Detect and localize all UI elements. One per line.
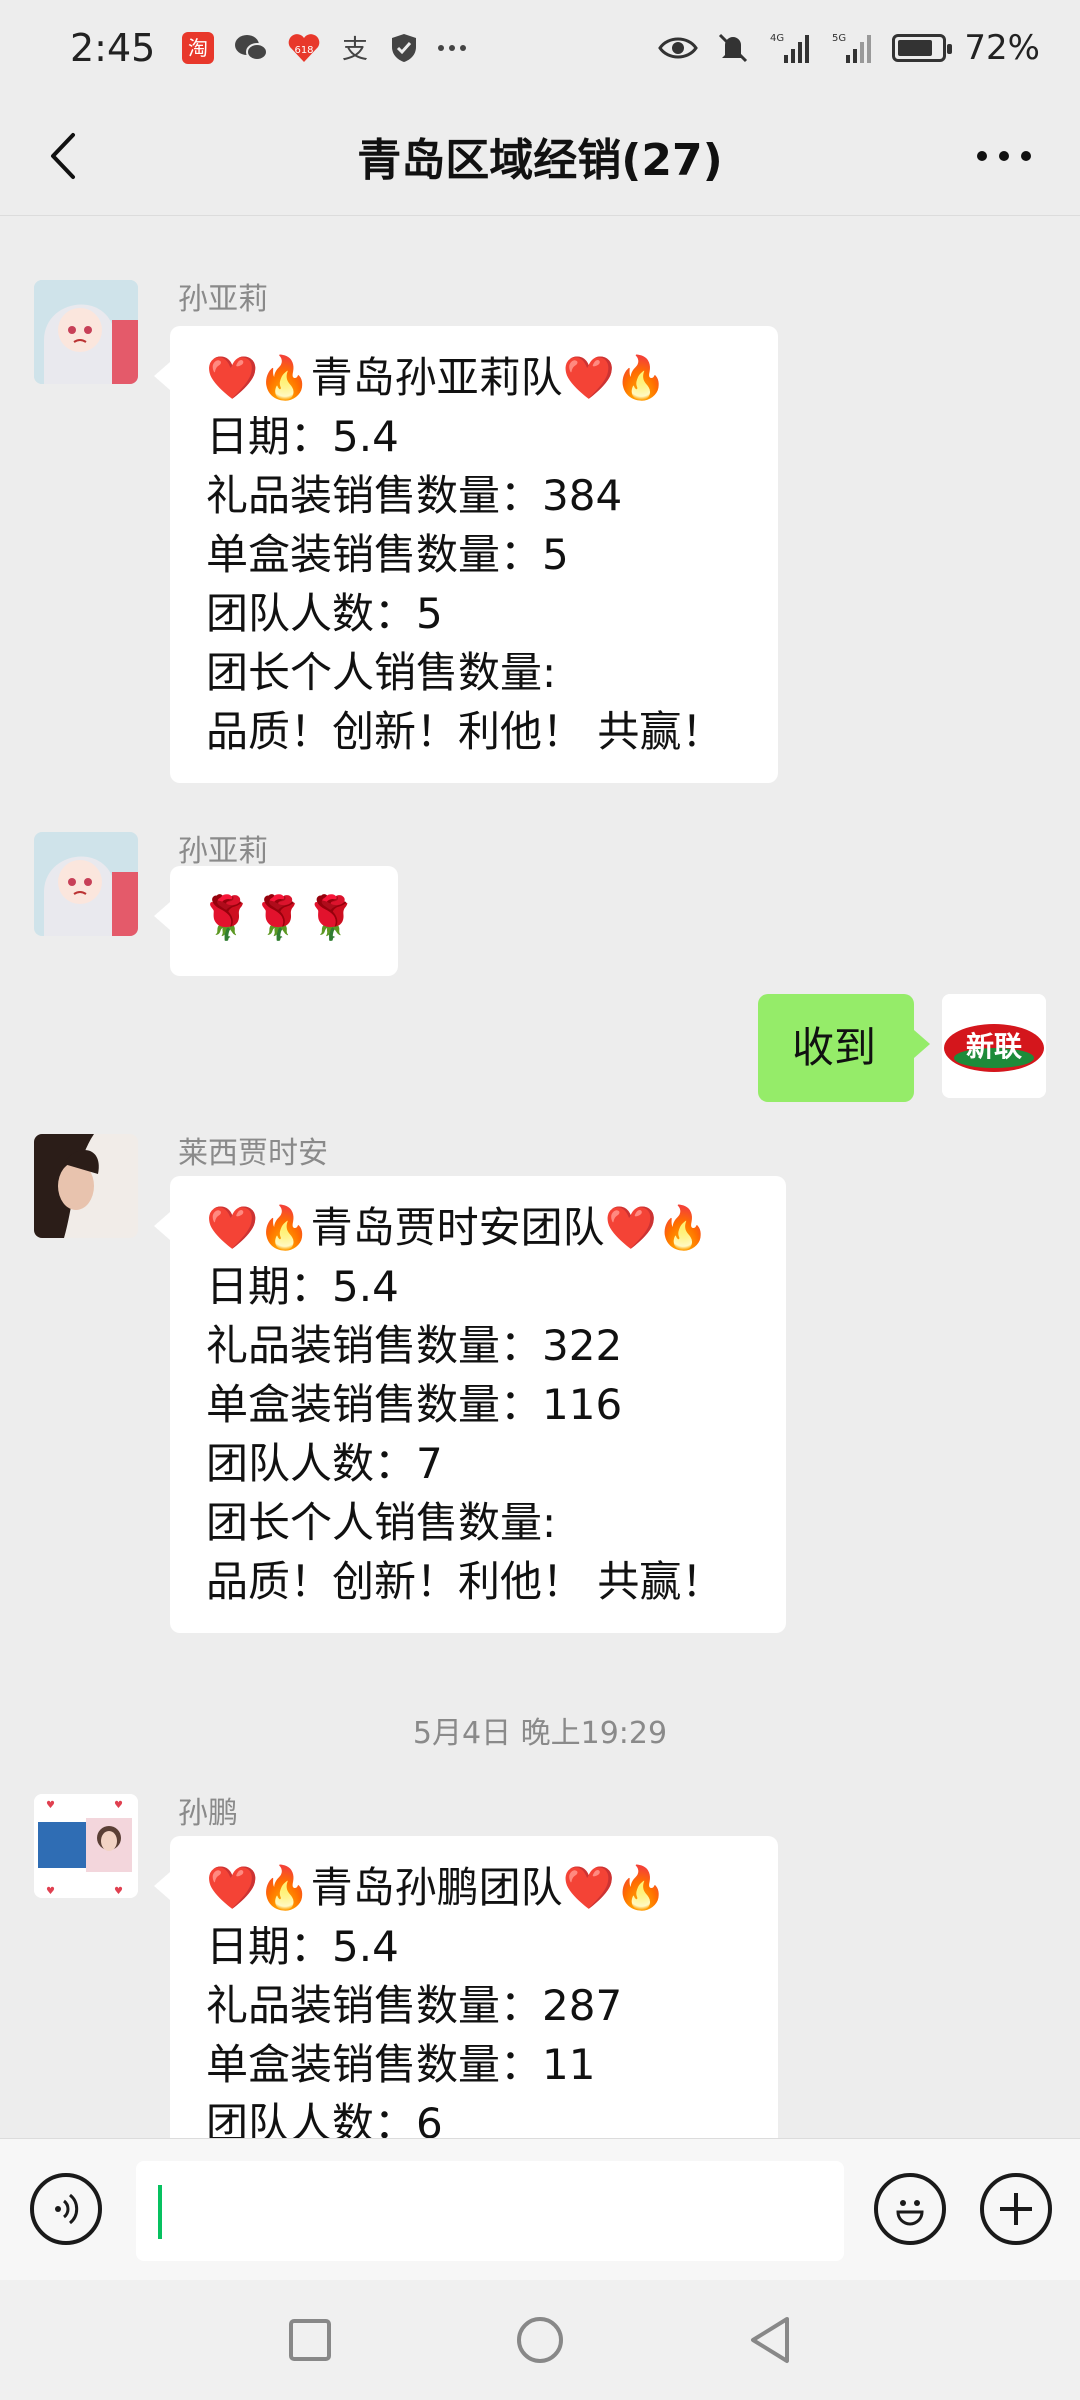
voice-button[interactable] [30, 2173, 102, 2245]
sender-name: 莱西贾时安 [178, 1136, 328, 1171]
message-line: 团长个人销售数量: [206, 1498, 557, 1547]
message-bubble[interactable]: 收到 [758, 994, 930, 1102]
svg-text:♥: ♥ [114, 1886, 123, 1897]
recent-apps-icon [289, 2319, 331, 2361]
svg-text:支: 支 [342, 35, 368, 64]
chat-title: 青岛区域经销(27) [357, 134, 723, 186]
emoji-icon [896, 2200, 924, 2226]
mute-icon [716, 31, 750, 65]
message-line: 团队人数：7 [206, 1439, 443, 1488]
message-line: 单盒装销售数量：5 [206, 530, 569, 579]
message-line: 团队人数：5 [206, 589, 443, 638]
voice-icon [55, 2193, 79, 2225]
emoji-button[interactable] [874, 2173, 946, 2245]
more-icon [977, 151, 1031, 161]
chat-header: 青岛区域经销(27) [0, 96, 1080, 216]
eye-icon [658, 34, 699, 62]
message-line: 收到 [792, 1023, 877, 1072]
avatar[interactable] [34, 280, 138, 384]
message-bubble[interactable]: 🌹🌹🌹 [154, 866, 398, 976]
svg-text:♥: ♥ [114, 1800, 123, 1811]
shield-icon [389, 32, 419, 64]
home-icon [517, 2317, 563, 2363]
avatar[interactable]: 新联 [942, 994, 1046, 1098]
svg-text:新联: 新联 [966, 1030, 1022, 1063]
status-time: 2:45 [70, 26, 156, 70]
message-line: ❤️🔥青岛贾时安团队❤️🔥 [206, 1203, 710, 1252]
svg-text:♥: ♥ [46, 1800, 55, 1811]
battery-icon [892, 34, 953, 62]
timestamp: 5月4日 晚上19:29 [412, 1716, 668, 1751]
more-button[interactable] [964, 124, 1044, 188]
input-bar [0, 2138, 1080, 2280]
message-input[interactable] [136, 2161, 844, 2261]
svg-text:4G: 4G [770, 33, 784, 44]
message-line: 日期：5.4 [206, 1922, 399, 1971]
home-button[interactable] [510, 2310, 570, 2370]
message-line: 团长个人销售数量: [206, 648, 557, 697]
message-bubble[interactable]: ❤️🔥青岛孙亚莉队❤️🔥 日期：5.4 礼品装销售数量：384 单盒装销售数量：… [154, 326, 778, 783]
text-caret [158, 2185, 162, 2239]
nav-back-button[interactable] [740, 2310, 800, 2370]
back-icon [751, 2317, 789, 2363]
svg-text:淘: 淘 [188, 36, 208, 60]
more-dots-icon [437, 43, 467, 53]
message-bubble[interactable]: ❤️🔥青岛孙鹏团队❤️🔥 日期：5.4 礼品装销售数量：287 单盒装销售数量：… [154, 1836, 778, 2138]
message-line: 单盒装销售数量：11 [206, 2040, 596, 2089]
recent-apps-button[interactable] [280, 2310, 340, 2370]
avatar[interactable]: ♥ ♥ ♥ ♥ [34, 1794, 138, 1898]
wechat-icon [233, 32, 269, 64]
add-button[interactable] [980, 2173, 1052, 2245]
message-line: 🌹🌹🌹 [200, 893, 357, 942]
message-line: 礼品装销售数量：384 [206, 471, 623, 520]
avatar[interactable] [34, 1134, 138, 1238]
message-line: ❤️🔥青岛孙鹏团队❤️🔥 [206, 1863, 668, 1912]
back-button[interactable] [30, 124, 94, 188]
signal-5g-icon: 5G [830, 31, 874, 65]
message-line: 品质！创新！利他！ 共赢！ [206, 707, 724, 756]
signal-4g-icon: 4G [768, 31, 812, 65]
message-line: 团队人数：6 [206, 2099, 443, 2138]
plus-icon [1000, 2193, 1032, 2225]
svg-text:♥: ♥ [46, 1886, 55, 1897]
alipay-icon: 支 [339, 32, 371, 64]
status-bar: 2:45 淘 618 支 4G 5G 72% [0, 0, 1080, 96]
message-line: 日期：5.4 [206, 412, 399, 461]
message-line: ❤️🔥青岛孙亚莉队❤️🔥 [206, 353, 668, 402]
message-line: 单盒装销售数量：116 [206, 1380, 623, 1429]
battery-percent: 72% [964, 28, 1040, 68]
message-line: 日期：5.4 [206, 1262, 399, 1311]
message-line: 品质！创新！利他！ 共赢！ [206, 1557, 724, 1606]
avatar[interactable] [34, 832, 138, 936]
chat-area[interactable]: 孙亚莉 ❤️🔥青岛孙亚莉队❤️🔥 日期：5.4 礼品装销售数量：384 单盒装销… [0, 216, 1080, 2138]
message-line: 礼品装销售数量：287 [206, 1981, 623, 2030]
message-bubble[interactable]: ❤️🔥青岛贾时安团队❤️🔥 日期：5.4 礼品装销售数量：322 单盒装销售数量… [154, 1176, 786, 1633]
system-nav-bar [0, 2280, 1080, 2400]
back-arrow-icon [51, 133, 75, 179]
taobao-icon: 淘 [181, 31, 215, 65]
sender-name: 孙鹏 [178, 1796, 238, 1831]
sender-name: 孙亚莉 [178, 834, 268, 869]
sender-name: 孙亚莉 [178, 282, 268, 317]
svg-text:5G: 5G [832, 33, 846, 44]
app-618-icon: 618 [287, 31, 321, 65]
message-line: 礼品装销售数量：322 [206, 1321, 623, 1370]
svg-text:618: 618 [295, 45, 314, 56]
